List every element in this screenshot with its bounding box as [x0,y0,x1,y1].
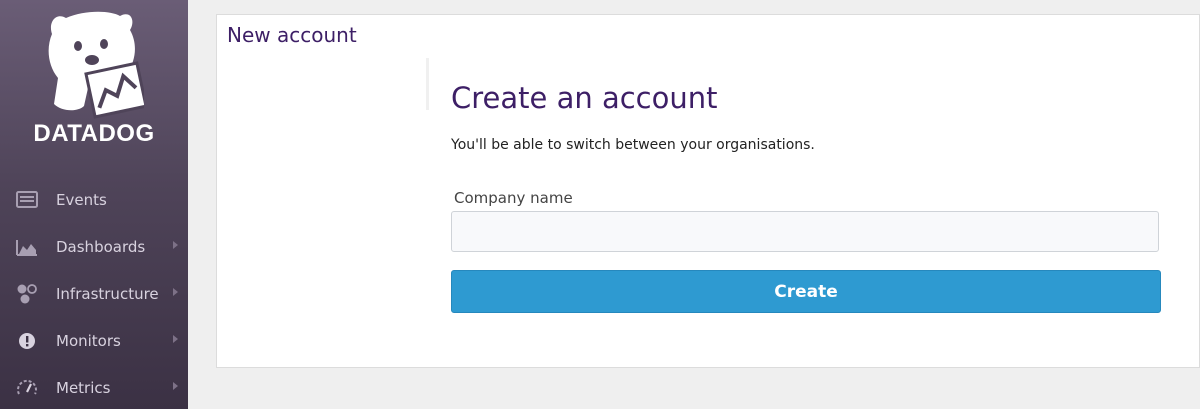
brand-logo[interactable]: DATADOG [0,0,188,160]
app-root: DATADOG Events Dashboards Infrastructure… [0,0,1200,409]
events-list-icon [16,189,38,211]
area-chart-icon [16,236,38,258]
page-title: New account [227,23,357,47]
divider [426,58,429,110]
hexagons-icon [16,283,38,305]
company-name-input[interactable] [451,211,1159,252]
form-heading: Create an account [451,81,718,115]
sidebar-item-dashboards[interactable]: Dashboards [0,224,188,271]
sidebar-item-metrics[interactable]: Metrics [0,365,188,409]
sidebar-nav: Events Dashboards Infrastructure Monitor… [0,177,188,409]
sidebar-item-monitors[interactable]: Monitors [0,318,188,365]
sidebar-item-label: Monitors [56,332,121,350]
sidebar: DATADOG Events Dashboards Infrastructure… [0,0,188,409]
sidebar-item-label: Metrics [56,379,111,397]
gauge-icon [16,377,38,399]
form-subtext: You'll be able to switch between your or… [451,137,815,153]
brand-name: DATADOG [33,120,155,147]
chevron-right-icon [173,241,178,249]
sidebar-item-label: Events [56,191,107,209]
sidebar-item-events[interactable]: Events [0,177,188,224]
chevron-right-icon [173,335,178,343]
company-name-label: Company name [454,189,573,207]
main-panel: New account Create an account You'll be … [216,14,1200,368]
chevron-right-icon [173,382,178,390]
alert-circle-icon [16,330,38,352]
sidebar-item-infrastructure[interactable]: Infrastructure [0,271,188,318]
create-button[interactable]: Create [451,270,1161,313]
sidebar-item-label: Infrastructure [56,285,159,303]
datadog-dog-logo-icon [48,11,144,119]
chevron-right-icon [173,288,178,296]
sidebar-item-label: Dashboards [56,238,146,256]
create-account-form: Create an account You'll be able to swit… [451,81,1163,313]
